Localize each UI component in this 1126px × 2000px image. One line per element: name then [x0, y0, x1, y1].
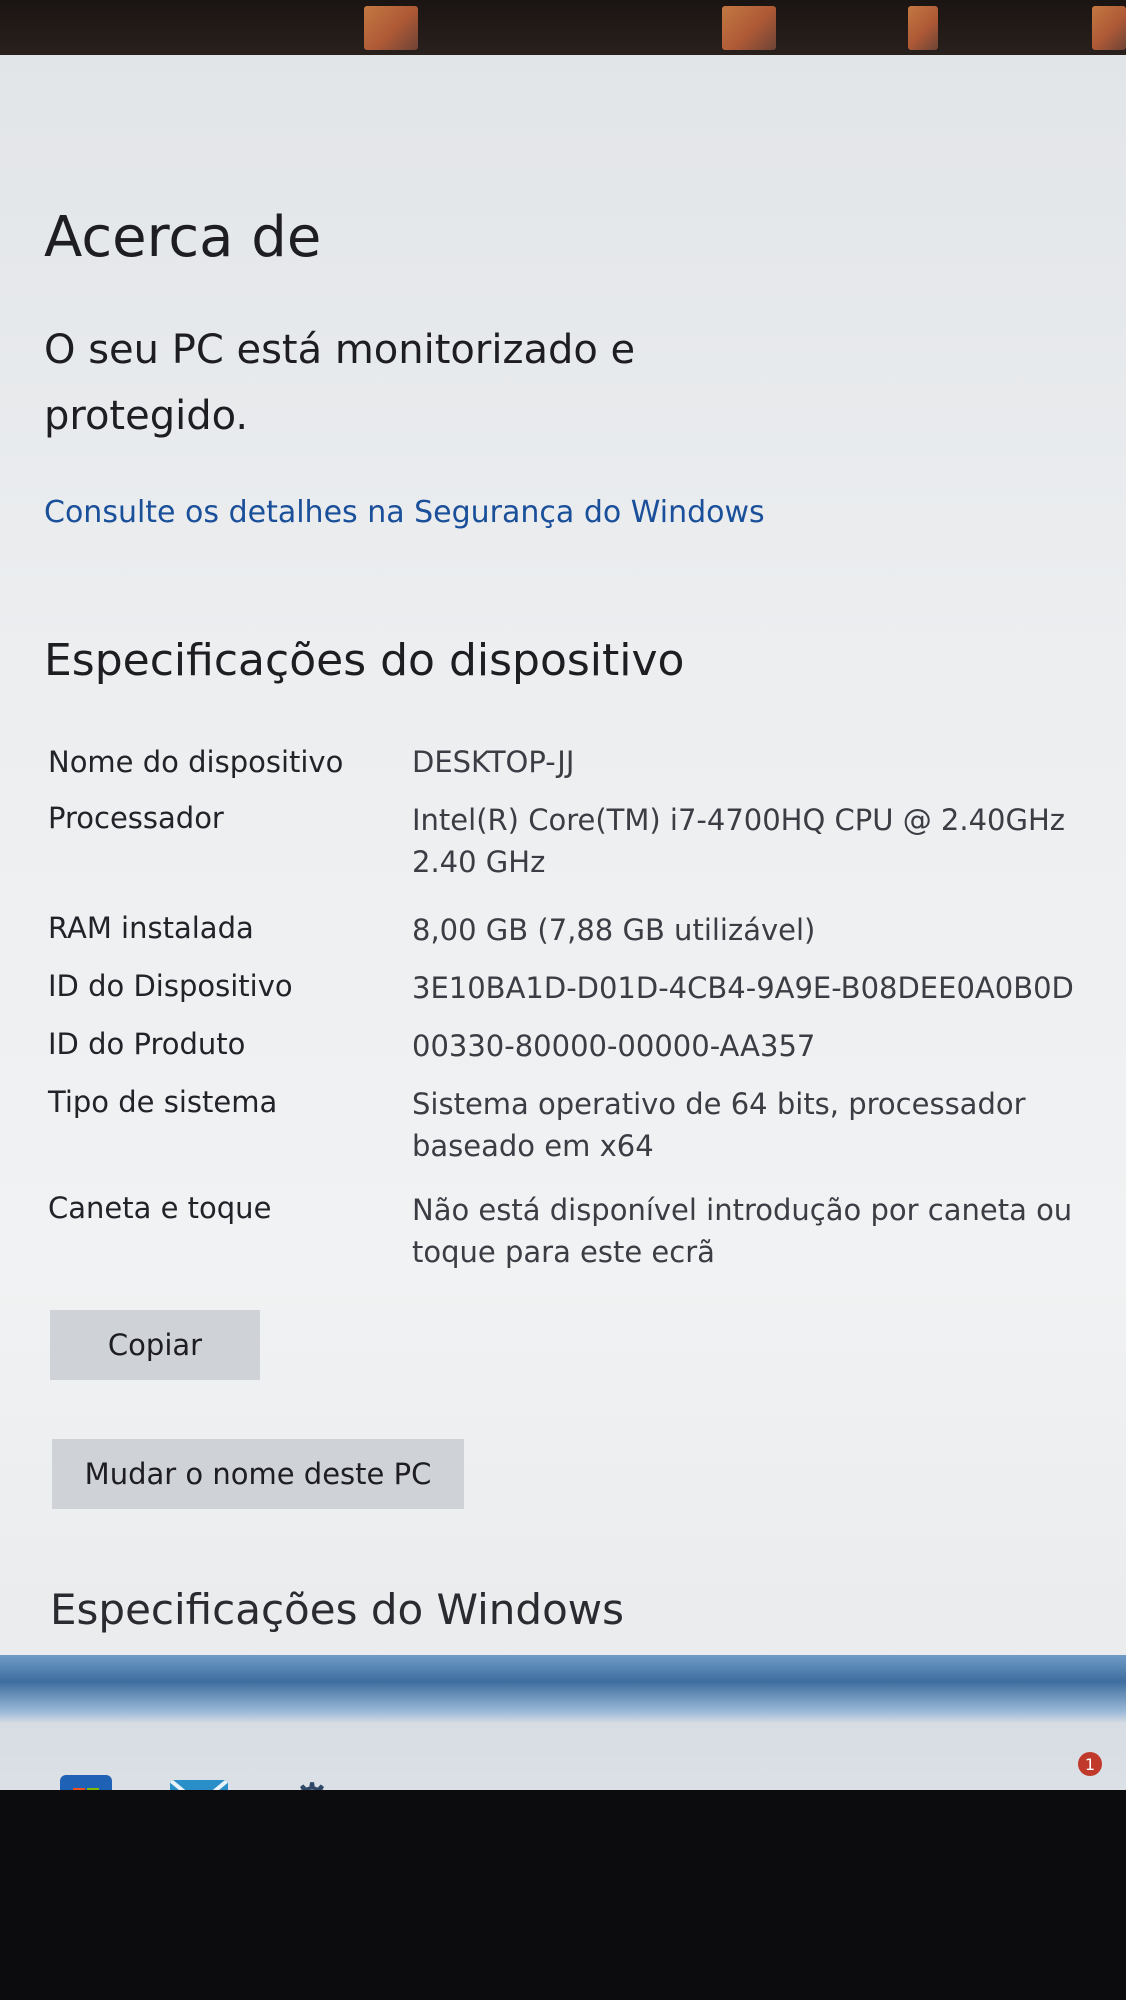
spec-value-device-name: DESKTOP-JJ: [412, 745, 575, 779]
copy-button[interactable]: Copiar: [50, 1310, 260, 1380]
spec-label-ram: RAM instalada: [48, 911, 254, 945]
taskbar-thumbnail-icon: [722, 6, 776, 50]
spec-value-pen-touch: Não está disponível introdução por canet…: [412, 1193, 1073, 1269]
spec-value-system-type: Sistema operativo de 64 bits, processado…: [412, 1087, 1026, 1163]
spec-label-processor: Processador: [48, 801, 224, 835]
about-page: Acerca de O seu PC está monitorizado e p…: [0, 55, 1126, 1655]
spec-value-ram: 8,00 GB (7,88 GB utilizável): [412, 913, 816, 947]
monitor-top-bezel: [0, 0, 1126, 58]
windows-specs-heading: Especificações do Windows: [50, 1585, 625, 1634]
settings-gear-icon[interactable]: ⚙: [282, 1771, 342, 1790]
taskbar-thumbnail-icon: [908, 6, 938, 50]
spec-value-device-id: 3E10BA1D-D01D-4CB4-9A9E-B08DEE0A0B0D: [412, 971, 1074, 1005]
protection-status-heading: O seu PC está monitorizado e protegido.: [44, 327, 636, 439]
envelope-icon: [170, 1780, 228, 1790]
mail-icon[interactable]: [170, 1780, 228, 1790]
spec-label-system-type: Tipo de sistema: [48, 1085, 278, 1119]
rename-pc-button[interactable]: Mudar o nome deste PC: [52, 1439, 464, 1509]
spec-label-device-name: Nome do dispositivo: [48, 745, 344, 779]
taskbar: ⚙: [0, 1655, 1126, 1790]
page-title: Acerca de: [44, 205, 322, 270]
settings-window: Acerca de O seu PC está monitorizado e p…: [0, 55, 1126, 1790]
spec-label-device-id: ID do Dispositivo: [48, 969, 293, 1003]
store-icon[interactable]: [60, 1775, 112, 1790]
taskbar-thumbnail-icon: [364, 6, 418, 50]
spec-value-processor: Intel(R) Core(TM) i7-4700HQ CPU @ 2.40GH…: [412, 803, 1065, 879]
spec-label-product-id: ID do Produto: [48, 1027, 246, 1061]
spec-label-pen-touch: Caneta e toque: [48, 1191, 272, 1225]
windows-security-link[interactable]: Consulte os detalhes na Segurança do Win…: [44, 495, 765, 530]
monitor-bottom-bezel: [0, 1790, 1126, 2000]
spec-value-product-id: 00330-80000-00000-AA357: [412, 1029, 816, 1063]
taskbar-thumbnail-icon: [1092, 6, 1126, 50]
notification-badge[interactable]: 1: [1078, 1752, 1102, 1776]
device-specs-heading: Especificações do dispositivo: [44, 635, 685, 686]
